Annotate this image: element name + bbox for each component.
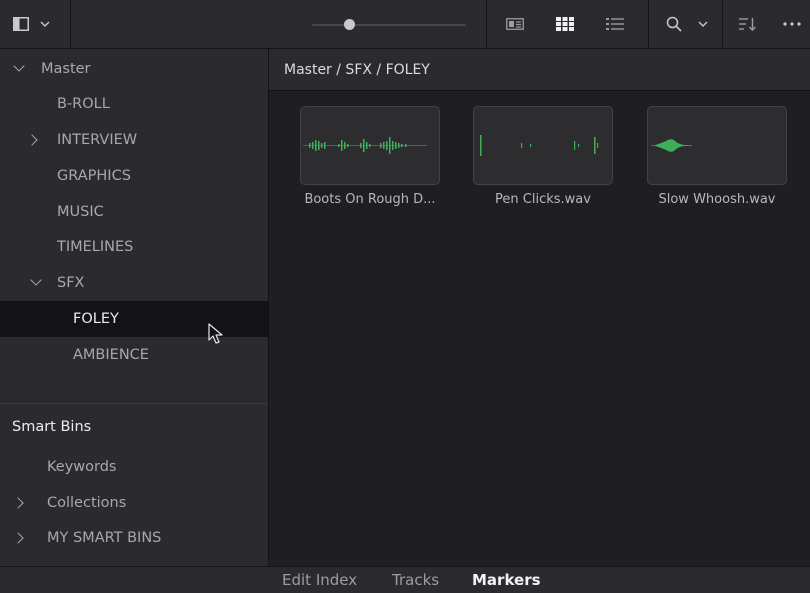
audio-clip-thumbnail[interactable] <box>300 106 440 185</box>
chevron-right-icon[interactable] <box>12 497 24 509</box>
audio-waveform-icon <box>303 137 427 154</box>
tab-tracks[interactable]: Tracks <box>392 567 439 593</box>
list-view-icon[interactable] <box>600 0 630 48</box>
sidebar-item-label: Master <box>41 61 91 77</box>
toolbar-divider <box>648 0 649 48</box>
thumbnail-view-icon[interactable] <box>550 0 580 48</box>
sidebar-item-label: TIMELINES <box>57 239 134 255</box>
sidebar-item-music[interactable]: MUSIC <box>0 194 268 230</box>
sidebar-item-ambience[interactable]: AMBIENCE <box>0 337 268 373</box>
toolbar-divider <box>486 0 487 48</box>
mouse-cursor-icon <box>208 323 223 344</box>
slider-handle[interactable] <box>344 19 355 30</box>
sidebar-item-b-roll[interactable]: B-ROLL <box>0 86 268 122</box>
clip-name: Slow Whoosh.wav <box>658 192 776 207</box>
sidebar-item-label: SFX <box>57 275 85 291</box>
smart-bins-heading: Smart Bins <box>12 419 92 435</box>
sidebar-item-label: INTERVIEW <box>57 132 138 148</box>
clip-name: Boots On Rough D... <box>304 192 436 207</box>
tab-markers[interactable]: Markers <box>472 567 541 593</box>
chevron-down-icon[interactable] <box>30 274 42 286</box>
audio-waveform-icon <box>651 139 692 152</box>
bottom-tab-bar: Edit Index Tracks Markers <box>0 566 810 593</box>
thumbnail-size-slider[interactable] <box>312 24 466 26</box>
more-options-icon[interactable] <box>778 0 806 48</box>
sidebar-item-collections[interactable]: Collections <box>0 485 268 521</box>
clip-grid: Boots On Rough D... Pen Clicks.wav Slow … <box>269 91 810 566</box>
sidebar-item-label: MY SMART BINS <box>47 530 162 546</box>
chevron-right-icon[interactable] <box>12 532 24 544</box>
sidebar-item-my-smart-bins[interactable]: MY SMART BINS <box>0 520 268 556</box>
chevron-down-icon[interactable] <box>692 0 714 48</box>
audio-waveform-icon <box>480 135 599 156</box>
audio-clip-thumbnail[interactable] <box>473 106 613 185</box>
toolbar <box>0 0 810 49</box>
sidebar-item-label: AMBIENCE <box>73 347 149 363</box>
sidebar-item-label: Collections <box>47 495 127 511</box>
toolbar-divider <box>722 0 723 48</box>
chevron-down-icon[interactable] <box>34 0 56 48</box>
sidebar-item-keywords[interactable]: Keywords <box>0 449 268 485</box>
bin-sidebar: Master B-ROLL INTERVIEW GRAPHICS MUSIC T… <box>0 49 269 566</box>
sidebar-item-label: FOLEY <box>73 311 119 327</box>
sidebar-item-master[interactable]: Master <box>0 51 268 87</box>
breadcrumb-bar: Master / SFX / FOLEY <box>269 49 810 91</box>
clip-name: Pen Clicks.wav <box>495 192 591 207</box>
chevron-right-icon[interactable] <box>26 134 38 146</box>
toolbar-divider <box>70 0 71 48</box>
breadcrumb[interactable]: Master / SFX / FOLEY <box>284 62 430 78</box>
sidebar-item-foley[interactable]: FOLEY <box>0 301 268 337</box>
sidebar-item-label: Keywords <box>47 459 117 475</box>
sidebar-item-label: GRAPHICS <box>57 168 131 184</box>
sidebar-item-graphics[interactable]: GRAPHICS <box>0 158 268 194</box>
sidebar-item-label: MUSIC <box>57 204 104 220</box>
sidebar-item-label: B-ROLL <box>57 96 110 112</box>
search-icon[interactable] <box>660 0 688 48</box>
chevron-down-icon[interactable] <box>13 60 25 72</box>
audio-clip-thumbnail[interactable] <box>647 106 787 185</box>
metadata-view-icon[interactable] <box>500 0 530 48</box>
sidebar-item-timelines[interactable]: TIMELINES <box>0 229 268 265</box>
sidebar-divider <box>0 403 268 404</box>
sort-icon[interactable] <box>733 0 763 48</box>
panel-toggle-icon[interactable] <box>8 0 34 48</box>
tab-edit-index[interactable]: Edit Index <box>282 567 357 593</box>
sidebar-item-sfx[interactable]: SFX <box>0 265 268 301</box>
sidebar-item-interview[interactable]: INTERVIEW <box>0 122 268 158</box>
